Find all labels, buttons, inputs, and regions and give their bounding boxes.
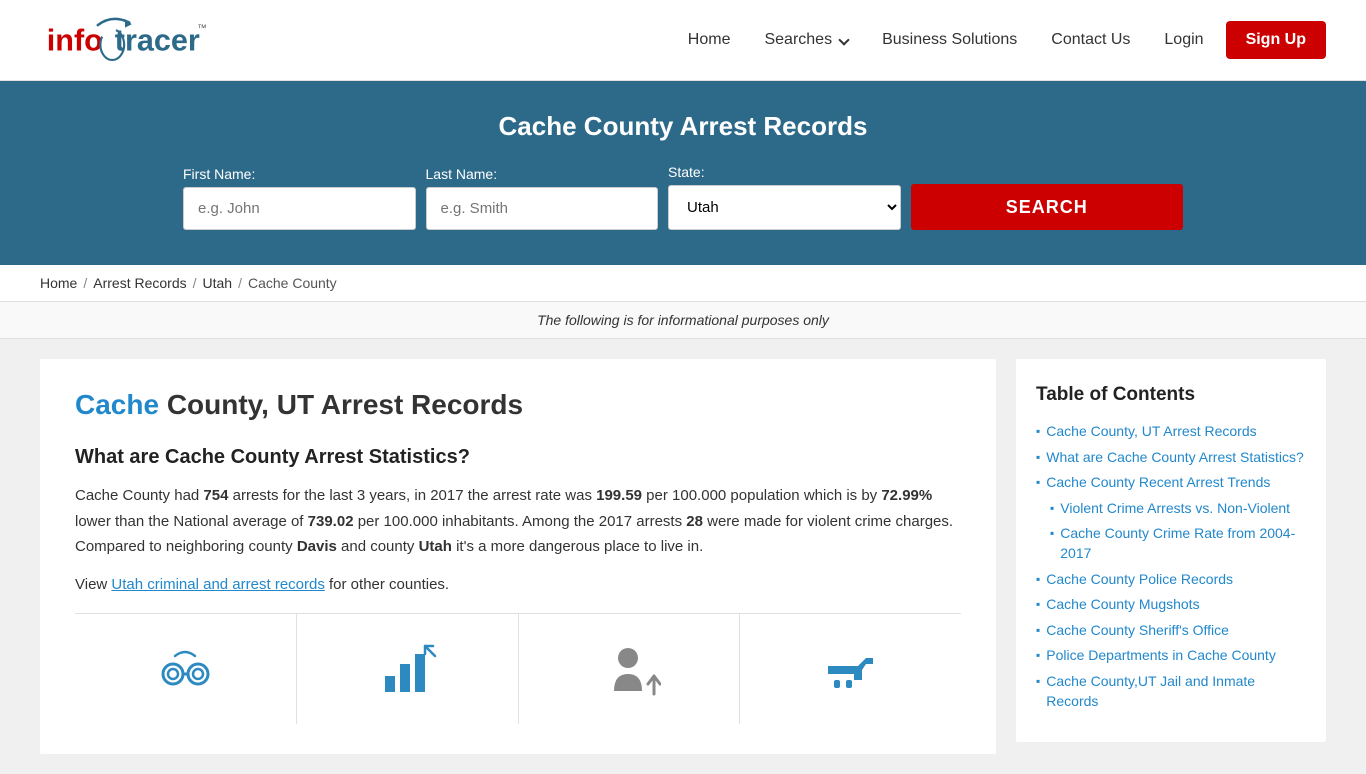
page-heading: Cache County, UT Arrest Records bbox=[75, 389, 961, 421]
search-button[interactable]: SEARCH bbox=[911, 184, 1184, 230]
toc-link-6[interactable]: Police Departments in Cache County bbox=[1046, 646, 1276, 666]
para-intro: Cache County had bbox=[75, 487, 203, 504]
last-name-group: Last Name: bbox=[426, 166, 659, 230]
nav-searches[interactable]: Searches bbox=[752, 23, 860, 57]
breadcrumb-sep2: / bbox=[193, 275, 197, 291]
search-form: First Name: Last Name: State: Utah SEARC… bbox=[183, 164, 1183, 230]
nav-business[interactable]: Business Solutions bbox=[870, 23, 1029, 57]
site-header: info tracer ™ Home Searches Business Sol… bbox=[0, 0, 1366, 81]
hero-section: Cache County Arrest Records First Name: … bbox=[0, 81, 1366, 265]
toc-sub-item-2-1: Cache County Crime Rate from 2004-2017 bbox=[1050, 524, 1306, 563]
breadcrumb-home[interactable]: Home bbox=[40, 275, 77, 291]
toc-item-6: Police Departments in Cache County bbox=[1036, 646, 1306, 666]
content-area: Cache County, UT Arrest Records What are… bbox=[40, 359, 996, 754]
utah-records-link[interactable]: Utah criminal and arrest records bbox=[111, 576, 324, 593]
toc-item-3: Cache County Police Records bbox=[1036, 570, 1306, 590]
para-mid4: per 100.000 inhabitants. Among the 2017 … bbox=[354, 513, 687, 530]
breadcrumb-arrest-records[interactable]: Arrest Records bbox=[93, 275, 186, 291]
svg-text:tracer: tracer bbox=[115, 24, 200, 58]
pct: 72.99% bbox=[881, 487, 932, 504]
toc-item-2: Cache County Recent Arrest Trends bbox=[1036, 473, 1306, 493]
breadcrumb-sep3: / bbox=[238, 275, 242, 291]
para-mid3: lower than the National average of bbox=[75, 513, 308, 530]
searches-chevron-icon bbox=[838, 34, 849, 45]
breadcrumb-sep1: / bbox=[83, 275, 87, 291]
state-label: State: bbox=[668, 164, 901, 180]
signup-button[interactable]: Sign Up bbox=[1226, 21, 1326, 59]
logo[interactable]: info tracer ™ bbox=[40, 10, 210, 70]
county1: Davis bbox=[297, 538, 337, 555]
first-name-label: First Name: bbox=[183, 166, 416, 182]
heading-rest: County, UT Arrest Records bbox=[159, 389, 523, 420]
rate-num: 199.59 bbox=[596, 487, 642, 504]
section-heading: What are Cache County Arrest Statistics? bbox=[75, 446, 961, 469]
toc-item-7: Cache County,UT Jail and Inmate Records bbox=[1036, 672, 1306, 711]
toc-sub-item-2-0: Violent Crime Arrests vs. Non-Violent bbox=[1050, 499, 1306, 519]
toc-item-5: Cache County Sheriff's Office bbox=[1036, 621, 1306, 641]
hero-title: Cache County Arrest Records bbox=[40, 111, 1326, 142]
toc-sub-link-2-1[interactable]: Cache County Crime Rate from 2004-2017 bbox=[1060, 524, 1306, 563]
breadcrumb-utah[interactable]: Utah bbox=[203, 275, 233, 291]
icons-row bbox=[75, 613, 961, 724]
national-avg: 739.02 bbox=[308, 513, 354, 530]
main-nav: Home Searches Business Solutions Contact… bbox=[676, 21, 1326, 59]
toc-list: Cache County, UT Arrest Records What are… bbox=[1036, 422, 1306, 711]
nav-home[interactable]: Home bbox=[676, 23, 743, 57]
state-select[interactable]: Utah bbox=[668, 185, 901, 230]
toc-link-0[interactable]: Cache County, UT Arrest Records bbox=[1046, 422, 1256, 442]
toc-item-0: Cache County, UT Arrest Records bbox=[1036, 422, 1306, 442]
violent-num: 28 bbox=[686, 513, 703, 530]
toc-link-4[interactable]: Cache County Mugshots bbox=[1046, 595, 1199, 615]
arrests-num: 754 bbox=[203, 487, 228, 504]
view-more-text: View Utah criminal and arrest records fo… bbox=[75, 576, 961, 593]
para-end: it's a more dangerous place to live in. bbox=[452, 538, 703, 555]
toc-link-2[interactable]: Cache County Recent Arrest Trends bbox=[1046, 473, 1270, 493]
county2: Utah bbox=[419, 538, 452, 555]
nav-contact[interactable]: Contact Us bbox=[1039, 23, 1142, 57]
para-mid6: and county bbox=[337, 538, 419, 555]
gun-icon bbox=[816, 634, 886, 704]
chart-icon bbox=[372, 634, 442, 704]
toc-link-7[interactable]: Cache County,UT Jail and Inmate Records bbox=[1046, 672, 1306, 711]
svg-text:info: info bbox=[47, 24, 103, 58]
nav-login[interactable]: Login bbox=[1152, 23, 1215, 57]
state-group: State: Utah bbox=[668, 164, 901, 230]
person-icon bbox=[594, 634, 664, 704]
toc-sub-link-2-0[interactable]: Violent Crime Arrests vs. Non-Violent bbox=[1060, 499, 1290, 519]
toc-sub-list-2: Violent Crime Arrests vs. Non-Violent Ca… bbox=[1036, 499, 1306, 564]
breadcrumb-cache-county: Cache County bbox=[248, 275, 337, 291]
para-mid1: arrests for the last 3 years, in 2017 th… bbox=[228, 487, 596, 504]
icon-gun bbox=[740, 614, 961, 724]
first-name-input[interactable] bbox=[183, 187, 416, 230]
last-name-input[interactable] bbox=[426, 187, 659, 230]
svg-text:™: ™ bbox=[197, 23, 206, 33]
toc-item-4: Cache County Mugshots bbox=[1036, 595, 1306, 615]
toc-link-1[interactable]: What are Cache County Arrest Statistics? bbox=[1046, 448, 1304, 468]
icon-person bbox=[519, 614, 741, 724]
stats-paragraph: Cache County had 754 arrests for the las… bbox=[75, 483, 961, 560]
first-name-group: First Name: bbox=[183, 166, 416, 230]
last-name-label: Last Name: bbox=[426, 166, 659, 182]
heading-highlight: Cache bbox=[75, 389, 159, 420]
para-mid2: per 100.000 population which is by bbox=[642, 487, 881, 504]
toc-title: Table of Contents bbox=[1036, 384, 1306, 406]
disclaimer-bar: The following is for informational purpo… bbox=[0, 302, 1366, 339]
icon-chart bbox=[297, 614, 519, 724]
toc-link-5[interactable]: Cache County Sheriff's Office bbox=[1046, 621, 1229, 641]
toc-item-1: What are Cache County Arrest Statistics? bbox=[1036, 448, 1306, 468]
breadcrumb: Home / Arrest Records / Utah / Cache Cou… bbox=[0, 265, 1366, 302]
handcuffs-icon bbox=[150, 634, 220, 704]
main-container: Cache County, UT Arrest Records What are… bbox=[0, 339, 1366, 774]
sidebar-toc: Table of Contents Cache County, UT Arres… bbox=[1016, 359, 1326, 742]
toc-link-3[interactable]: Cache County Police Records bbox=[1046, 570, 1233, 590]
icon-handcuffs bbox=[75, 614, 297, 724]
